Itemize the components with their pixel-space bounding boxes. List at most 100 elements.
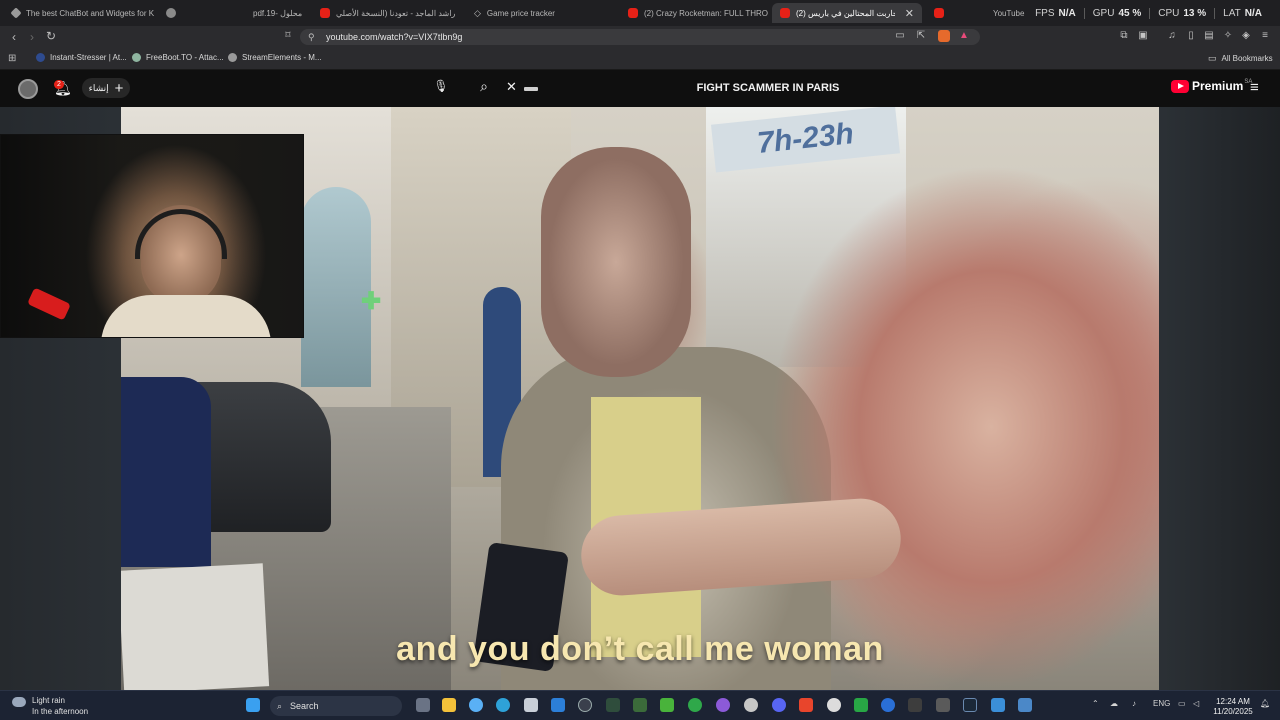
play-store-icon[interactable] bbox=[660, 698, 674, 712]
tab-rashed[interactable]: راشد الماجد - تعودنا (النسخة الأصلي bbox=[312, 3, 460, 23]
apps-grid-icon[interactable]: ⊞ bbox=[8, 53, 16, 64]
weather-subtitle: In the afternoon bbox=[32, 707, 89, 716]
tab-title: pdf.محلول -19 bbox=[253, 8, 303, 18]
latency-stat: LAT N/A bbox=[1214, 7, 1270, 19]
streamer-shirt bbox=[101, 295, 271, 337]
menu-icon[interactable]: ≡ bbox=[1259, 30, 1271, 42]
brave-shield-icon[interactable] bbox=[938, 30, 950, 42]
video-player[interactable]: ✚ 7h-23h and you don’t call me woman bbox=[0, 107, 1280, 690]
store-icon[interactable] bbox=[524, 698, 538, 712]
close-tab-icon[interactable]: ✕ bbox=[905, 7, 914, 20]
brave-rewards-icon[interactable]: ▲ bbox=[958, 30, 970, 42]
back-icon[interactable]: ‹ bbox=[4, 30, 24, 44]
task-view-icon[interactable] bbox=[416, 698, 430, 712]
forward-icon[interactable]: › bbox=[22, 30, 42, 44]
bookmark-favicon bbox=[228, 53, 237, 62]
outlook-icon[interactable] bbox=[551, 698, 565, 712]
windows-taskbar: Light rain In the afternoon ⌕ Search ⌃ ☁… bbox=[0, 690, 1280, 720]
cardboard-sign bbox=[121, 563, 270, 690]
share-icon[interactable]: ⇱ bbox=[915, 30, 927, 42]
tab-pdf[interactable]: pdf.محلول -19 bbox=[245, 3, 307, 23]
tab-chatbot[interactable]: The best ChatBot and Widgets for K bbox=[4, 3, 154, 23]
avatar[interactable] bbox=[18, 79, 38, 99]
notification-center-icon[interactable]: 🔔︎ bbox=[1260, 699, 1270, 708]
clear-search-icon[interactable]: ✕ bbox=[506, 79, 517, 95]
tab-title: (2) حاربت المحتالين في باريس! *.. bbox=[796, 8, 895, 18]
volume-icon[interactable]: ◁ bbox=[1193, 699, 1199, 708]
excel-icon[interactable] bbox=[854, 698, 868, 712]
xbox-icon[interactable] bbox=[688, 698, 702, 712]
globe-icon bbox=[166, 8, 176, 18]
search-input[interactable] bbox=[524, 87, 538, 91]
bookmark-instant-stresser[interactable]: Instant-Stresser | At... bbox=[36, 53, 127, 62]
tab-youtube-small[interactable] bbox=[926, 3, 952, 23]
pharmacy-cross-icon: ✚ bbox=[361, 288, 382, 315]
language-indicator[interactable]: ENG bbox=[1153, 699, 1170, 708]
app-u-icon[interactable] bbox=[578, 698, 592, 712]
tab-title: راشد الماجد - تعودنا (النسخة الأصلي bbox=[336, 8, 456, 18]
chatbot-icon bbox=[10, 7, 22, 19]
tab-game-price[interactable]: ◇ Game price tracker bbox=[466, 3, 616, 23]
app-image-icon[interactable] bbox=[1018, 698, 1032, 712]
youtube-header: 🔔︎ 2 إنشاء + 🎙︎ ⌕ ✕ FIGHT SCAMMER IN PAR… bbox=[0, 70, 1280, 107]
audio-mixer-icon[interactable] bbox=[936, 698, 950, 712]
bookmark-icon[interactable]: ⌑ bbox=[282, 30, 294, 42]
network-icon[interactable]: ▭ bbox=[1178, 699, 1186, 708]
tab-rocketman[interactable]: (2) Crazy Rocketman: FULL THROTTI bbox=[620, 3, 768, 23]
chrome-icon[interactable] bbox=[744, 698, 758, 712]
vpn-icon[interactable]: ◈ bbox=[1240, 30, 1252, 42]
search-icon[interactable]: ⌕ bbox=[474, 78, 494, 98]
media-icon[interactable]: ♫ bbox=[1166, 30, 1178, 42]
edge-icon[interactable] bbox=[496, 698, 510, 712]
app-dark-icon[interactable] bbox=[908, 698, 922, 712]
bookmark-favicon bbox=[36, 53, 45, 62]
voice-search-icon[interactable]: 🎙︎ bbox=[432, 79, 450, 97]
tab-title: The best ChatBot and Widgets for K bbox=[26, 8, 154, 18]
app-chat-icon[interactable] bbox=[991, 698, 1005, 712]
copilot-icon[interactable] bbox=[469, 698, 483, 712]
youtube-icon bbox=[320, 8, 330, 18]
url-field[interactable]: ⚲ youtube.com/watch?v=VIX7tlbn9g bbox=[300, 29, 980, 45]
microphone-icon[interactable]: ♪ bbox=[1132, 699, 1136, 708]
start-windows-icon[interactable] bbox=[246, 698, 260, 712]
app-terminal-icon[interactable] bbox=[606, 698, 620, 712]
extension-icon[interactable]: ⧉ bbox=[1118, 30, 1130, 42]
steam-icon[interactable] bbox=[963, 698, 977, 712]
cpu-stat: CPU 13 % bbox=[1149, 7, 1214, 19]
obs-icon[interactable] bbox=[716, 698, 730, 712]
passerby-jacket bbox=[121, 377, 211, 567]
create-button[interactable]: إنشاء + bbox=[82, 78, 130, 98]
fps-stat: FPS N/A bbox=[1035, 7, 1076, 19]
system-clock[interactable]: 12:24 AM 11/20/2025 bbox=[1208, 697, 1258, 717]
tab-pinned[interactable] bbox=[158, 3, 184, 23]
taskbar-search[interactable]: ⌕ Search bbox=[270, 696, 402, 716]
bookmark-streamelements[interactable]: StreamElements - M... bbox=[228, 53, 322, 62]
tab-title: Game price tracker bbox=[486, 8, 555, 18]
bookmark-freeboot[interactable]: FreeBoot.TO - Attac... bbox=[132, 53, 224, 62]
reload-icon[interactable]: ↻ bbox=[41, 29, 61, 43]
tab-search-icon[interactable]: ▤ bbox=[1203, 30, 1215, 42]
youtube-premium-logo[interactable]: Premium SA bbox=[1171, 79, 1252, 93]
brave-icon[interactable] bbox=[799, 698, 813, 712]
tab-active-video[interactable]: (2) حاربت المحتالين في باريس! *.. ✕ bbox=[772, 3, 922, 23]
youtube-icon bbox=[628, 8, 638, 18]
weather-widget[interactable]: Light rain In the afternoon bbox=[12, 695, 88, 717]
tray-overflow-icon[interactable]: ⌃ bbox=[1092, 699, 1099, 708]
sidebar-icon[interactable]: ▯ bbox=[1185, 30, 1197, 42]
onedrive-icon[interactable]: ☁ bbox=[1110, 699, 1118, 708]
wallet-icon[interactable]: ▣ bbox=[1137, 30, 1149, 42]
performance-overlay: FPS N/A GPU 45 % CPU 13 % LAT N/A bbox=[1027, 0, 1280, 26]
app-blue-icon[interactable] bbox=[881, 698, 895, 712]
site-info-icon[interactable]: ⚲ bbox=[308, 29, 315, 45]
settings-gear-icon[interactable] bbox=[827, 698, 841, 712]
blurred-hand bbox=[741, 167, 1159, 690]
minecraft-icon[interactable] bbox=[633, 698, 647, 712]
file-explorer-icon[interactable] bbox=[442, 698, 456, 712]
video-title: FIGHT SCAMMER IN PARIS bbox=[696, 82, 840, 94]
all-bookmarks-button[interactable]: ▭ All Bookmarks bbox=[1208, 53, 1273, 64]
discord-icon[interactable] bbox=[772, 698, 786, 712]
cast-icon[interactable]: ▭ bbox=[894, 30, 906, 42]
url-text: youtube.com/watch?v=VIX7tlbn9g bbox=[326, 32, 463, 42]
guide-menu-icon[interactable]: ≡ bbox=[1250, 79, 1259, 96]
leo-icon[interactable]: ✧ bbox=[1222, 30, 1234, 42]
